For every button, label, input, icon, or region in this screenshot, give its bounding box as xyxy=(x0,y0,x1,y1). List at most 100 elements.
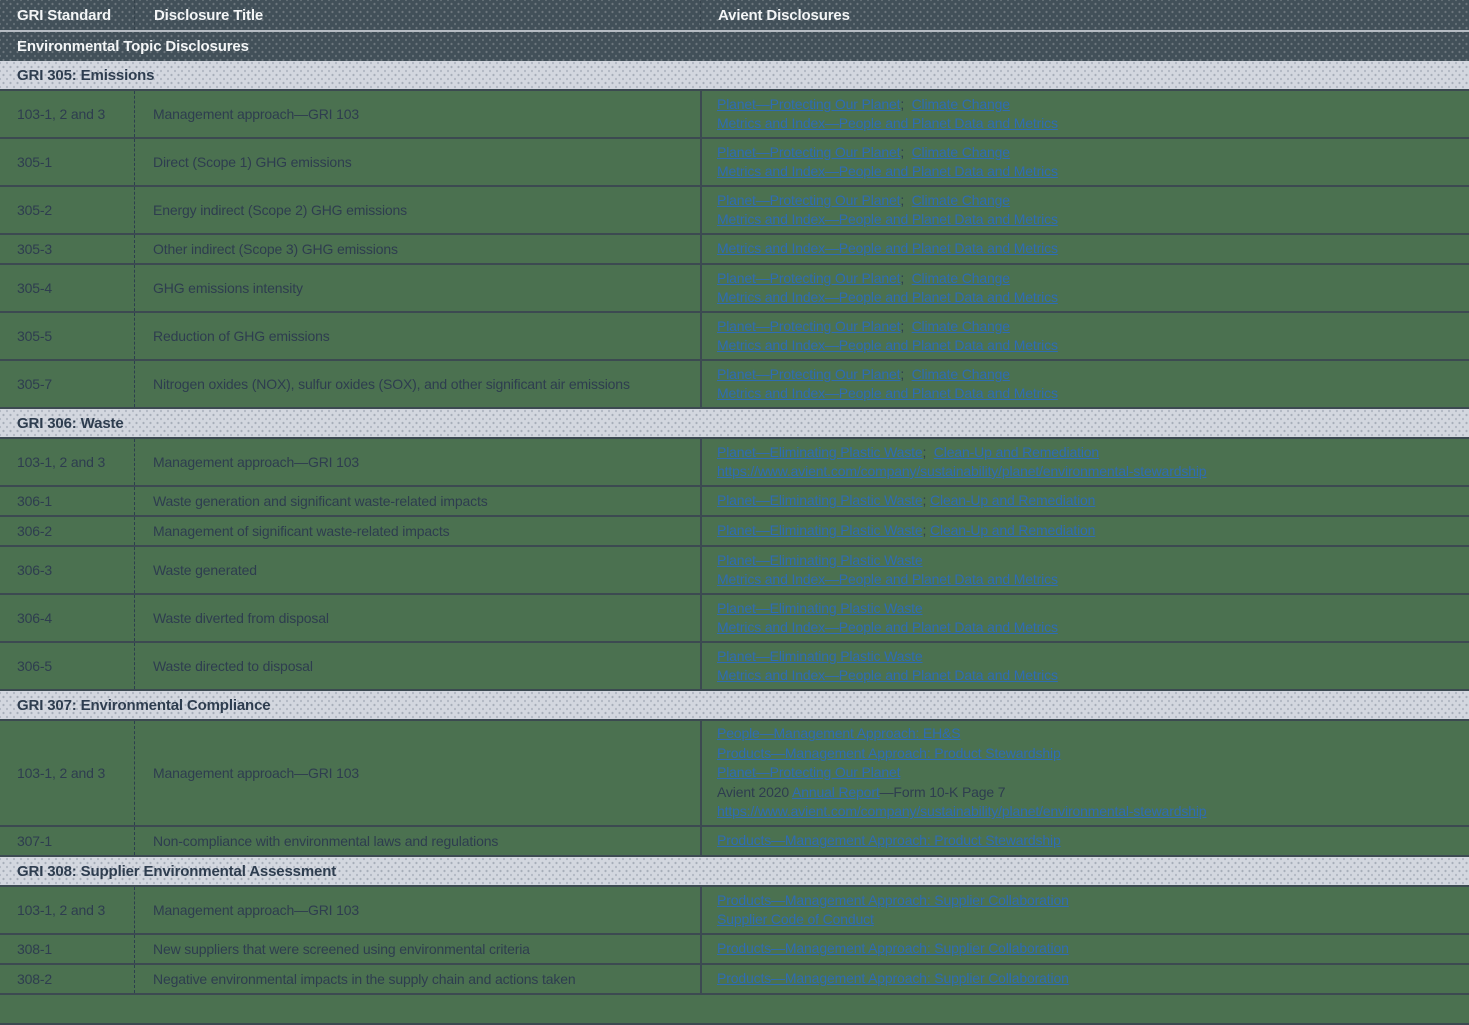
disclosure-link[interactable]: Planet—Eliminating Plastic Waste xyxy=(717,492,923,508)
disclosure-link[interactable]: Planet—Protecting Our Planet xyxy=(717,270,900,286)
avient-disclosures-cell: Planet—Protecting Our Planet; Climate Ch… xyxy=(700,265,1469,311)
disclosure-title-cell: Management approach—GRI 103 xyxy=(134,887,700,933)
disclosure-title-cell: Waste generated xyxy=(134,547,700,593)
disclosure-link[interactable]: Metrics and Index—People and Planet Data… xyxy=(717,240,1058,256)
avient-disclosures-cell: Planet—Eliminating Plastic Waste; Clean-… xyxy=(700,517,1469,545)
disclosure-link[interactable]: Planet—Protecting Our Planet xyxy=(717,96,900,112)
disclosure-link[interactable]: https://www.avient.com/company/sustainab… xyxy=(717,803,1206,819)
disclosure-line: Metrics and Index—People and Planet Data… xyxy=(717,239,1058,259)
disclosure-line: Products—Management Approach: Product St… xyxy=(717,831,1061,851)
disclosure-line: Planet—Protecting Our Planet; Climate Ch… xyxy=(717,143,1010,163)
disclosure-link[interactable]: Products—Management Approach: Supplier C… xyxy=(717,892,1069,908)
gri-standard-cell: 306-3 xyxy=(0,547,134,593)
disclosure-text: ; xyxy=(923,444,934,460)
disclosure-line: Planet—Eliminating Plastic Waste xyxy=(717,551,923,571)
table-header-row: GRI Standard Disclosure Title Avient Dis… xyxy=(0,0,1469,32)
disclosure-link[interactable]: Planet—Eliminating Plastic Waste xyxy=(717,552,923,568)
disclosure-link[interactable]: Supplier Code of Conduct xyxy=(717,911,874,927)
disclosure-link[interactable]: Products—Management Approach: Supplier C… xyxy=(717,970,1069,986)
disclosure-link[interactable]: Metrics and Index—People and Planet Data… xyxy=(717,163,1058,179)
disclosure-title-cell: Reduction of GHG emissions xyxy=(134,313,700,359)
disclosure-link[interactable]: Planet—Protecting Our Planet xyxy=(717,192,900,208)
table-row: 103-1, 2 and 3Management approach—GRI 10… xyxy=(0,721,1469,827)
disclosure-line: Planet—Protecting Our Planet; Climate Ch… xyxy=(717,191,1010,211)
col-header-disclosure-title: Disclosure Title xyxy=(134,0,700,30)
disclosure-link[interactable]: Climate Change xyxy=(912,96,1010,112)
disclosure-link[interactable]: Metrics and Index—People and Planet Data… xyxy=(717,667,1058,683)
table-row: 305-4GHG emissions intensityPlanet—Prote… xyxy=(0,265,1469,313)
disclosure-title-cell: Management of significant waste-related … xyxy=(134,517,700,545)
disclosure-link[interactable]: Metrics and Index—People and Planet Data… xyxy=(717,619,1058,635)
table-row: 306-4Waste diverted from disposalPlanet—… xyxy=(0,595,1469,643)
table-row: 308-1New suppliers that were screened us… xyxy=(0,935,1469,965)
col-header-avient-disclosures: Avient Disclosures xyxy=(700,0,1469,30)
disclosure-link[interactable]: Clean-Up and Remediation xyxy=(930,492,1095,508)
disclosure-link[interactable]: https://www.avient.com/company/sustainab… xyxy=(717,463,1206,479)
disclosure-link[interactable]: Metrics and Index—People and Planet Data… xyxy=(717,211,1058,227)
disclosure-link[interactable]: Clean-Up and Remediation xyxy=(934,444,1099,460)
disclosure-link[interactable]: Planet—Eliminating Plastic Waste xyxy=(717,648,923,664)
table-row: 306-1Waste generation and significant wa… xyxy=(0,487,1469,517)
disclosure-link[interactable]: Climate Change xyxy=(912,270,1010,286)
disclosure-title-cell: Waste directed to disposal xyxy=(134,643,700,689)
table-row: 307-1Non-compliance with environmental l… xyxy=(0,827,1469,857)
section-header: GRI 307: Environmental Compliance xyxy=(0,691,1469,721)
disclosure-link[interactable]: Planet—Eliminating Plastic Waste xyxy=(717,444,923,460)
disclosure-link[interactable]: Planet—Protecting Our Planet xyxy=(717,318,900,334)
disclosure-link[interactable]: Metrics and Index—People and Planet Data… xyxy=(717,289,1058,305)
disclosure-line: Planet—Eliminating Plastic Waste; Clean-… xyxy=(717,443,1099,463)
table-row: 305-3Other indirect (Scope 3) GHG emissi… xyxy=(0,235,1469,265)
disclosure-line: Planet—Protecting Our Planet; Climate Ch… xyxy=(717,269,1010,289)
disclosure-link[interactable]: Climate Change xyxy=(912,318,1010,334)
disclosure-text: ; xyxy=(900,366,911,382)
gri-standard-cell: 306-4 xyxy=(0,595,134,641)
disclosure-link[interactable]: Products—Management Approach: Product St… xyxy=(717,832,1061,848)
gri-standard-cell: 307-1 xyxy=(0,827,134,855)
avient-disclosures-cell: Planet—Protecting Our Planet; Climate Ch… xyxy=(700,139,1469,185)
disclosure-link[interactable]: Planet—Protecting Our Planet xyxy=(717,764,900,780)
disclosure-link[interactable]: Clean-Up and Remediation xyxy=(930,522,1095,538)
disclosure-title-cell: New suppliers that were screened using e… xyxy=(134,935,700,963)
disclosure-line: Planet—Protecting Our Planet; Climate Ch… xyxy=(717,317,1010,337)
disclosure-link[interactable]: Annual Report xyxy=(792,784,880,800)
section-header: GRI 306: Waste xyxy=(0,409,1469,439)
disclosure-link[interactable]: Planet—Eliminating Plastic Waste xyxy=(717,522,923,538)
disclosure-line: Metrics and Index—People and Planet Data… xyxy=(717,336,1058,356)
disclosure-title-cell: Direct (Scope 1) GHG emissions xyxy=(134,139,700,185)
disclosure-link[interactable]: Climate Change xyxy=(912,144,1010,160)
disclosure-link[interactable]: Metrics and Index—People and Planet Data… xyxy=(717,337,1058,353)
avient-disclosures-cell: Products—Management Approach: Supplier C… xyxy=(700,965,1469,993)
disclosure-link[interactable]: Products—Management Approach: Supplier C… xyxy=(717,940,1069,956)
disclosure-link[interactable]: Climate Change xyxy=(912,192,1010,208)
disclosure-title-cell: Non-compliance with environmental laws a… xyxy=(134,827,700,855)
disclosure-link[interactable]: Products—Management Approach: Product St… xyxy=(717,745,1061,761)
gri-standard-cell: 103-1, 2 and 3 xyxy=(0,439,134,485)
disclosure-link[interactable]: Climate Change xyxy=(912,366,1010,382)
disclosure-line: Metrics and Index—People and Planet Data… xyxy=(717,618,1058,638)
disclosure-link[interactable]: Metrics and Index—People and Planet Data… xyxy=(717,115,1058,131)
disclosure-link[interactable]: Metrics and Index—People and Planet Data… xyxy=(717,385,1058,401)
disclosure-link[interactable]: Metrics and Index—People and Planet Data… xyxy=(717,571,1058,587)
disclosure-line: Metrics and Index—People and Planet Data… xyxy=(717,210,1058,230)
disclosure-link[interactable]: People—Management Approach: EH&S xyxy=(717,725,960,741)
disclosure-line: Metrics and Index—People and Planet Data… xyxy=(717,162,1058,182)
disclosure-link[interactable]: Planet—Eliminating Plastic Waste xyxy=(717,600,923,616)
gri-standard-cell: 305-3 xyxy=(0,235,134,263)
disclosure-line: Avient 2020 Annual Report—Form 10-K Page… xyxy=(717,783,1005,803)
disclosure-line: Planet—Protecting Our Planet; Climate Ch… xyxy=(717,365,1010,385)
avient-disclosures-cell: Planet—Protecting Our Planet; Climate Ch… xyxy=(700,187,1469,233)
avient-disclosures-cell: Metrics and Index—People and Planet Data… xyxy=(700,235,1469,263)
disclosure-line: Planet—Eliminating Plastic Waste; Clean-… xyxy=(717,521,1095,541)
disclosure-title-cell: Management approach—GRI 103 xyxy=(134,721,700,825)
disclosure-text: ; xyxy=(900,270,911,286)
disclosure-line: Planet—Protecting Our Planet xyxy=(717,763,900,783)
disclosure-link[interactable]: Planet—Protecting Our Planet xyxy=(717,366,900,382)
table-row: 305-2Energy indirect (Scope 2) GHG emiss… xyxy=(0,187,1469,235)
avient-disclosures-cell: Planet—Eliminating Plastic Waste Metrics … xyxy=(700,643,1469,689)
section-header: GRI 305: Emissions xyxy=(0,61,1469,91)
group-header-label: Environmental Topic Disclosures xyxy=(17,38,249,55)
table-row: 308-2Negative environmental impacts in t… xyxy=(0,965,1469,995)
disclosure-line: Metrics and Index—People and Planet Data… xyxy=(717,666,1058,686)
disclosure-title-cell: Management approach—GRI 103 xyxy=(134,439,700,485)
disclosure-link[interactable]: Planet—Protecting Our Planet xyxy=(717,144,900,160)
